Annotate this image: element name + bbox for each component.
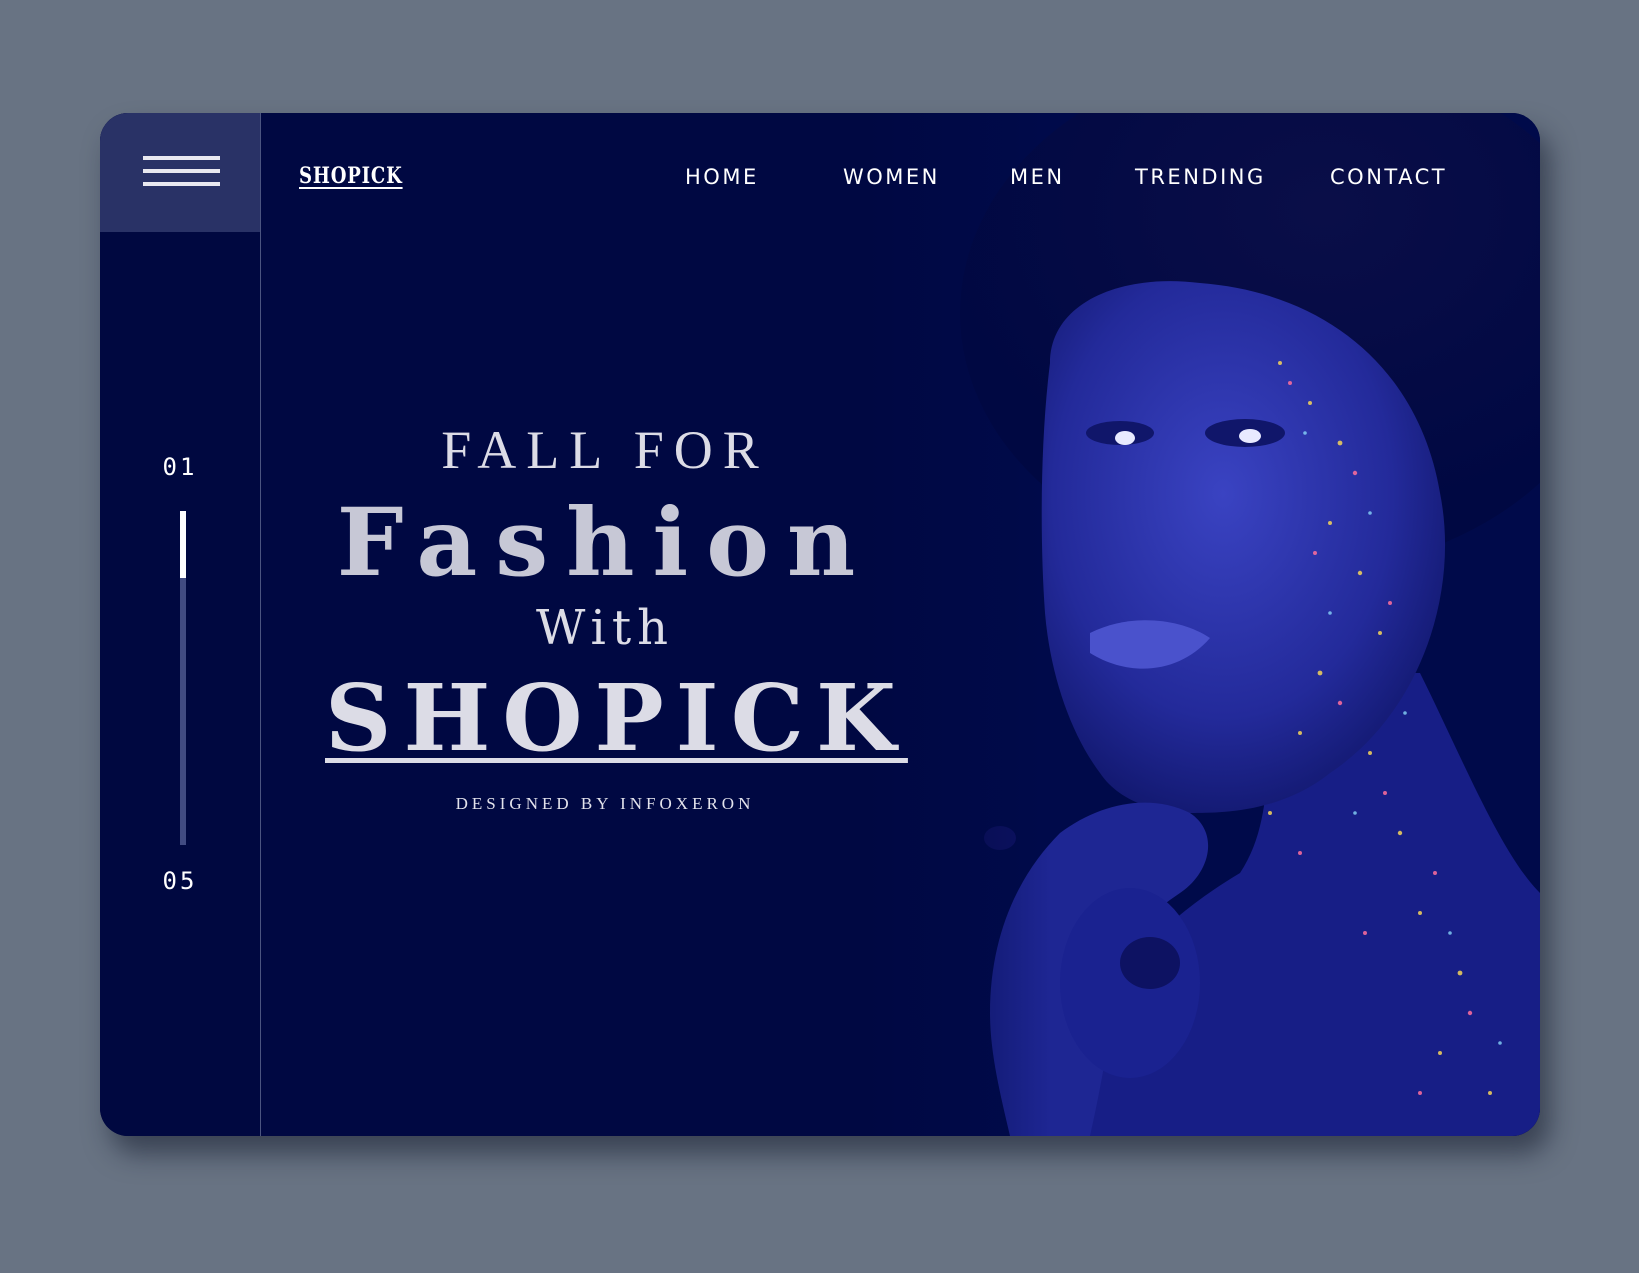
nav-women[interactable]: WOMEN <box>843 165 940 189</box>
hero-portrait-image <box>860 113 1540 1136</box>
nav-home[interactable]: HOME <box>685 165 759 189</box>
slide-progress-track[interactable] <box>180 511 186 845</box>
nav-contact[interactable]: CONTACT <box>1330 165 1447 189</box>
hero-line-shopick: SHOPICK <box>325 664 908 772</box>
sidebar: 01 05 <box>100 113 261 1136</box>
designer-credit: DESIGNED BY INFOXERON <box>455 794 755 813</box>
slide-current-number: 01 <box>162 453 198 481</box>
nav-men[interactable]: MEN <box>1010 165 1065 189</box>
nav-trending[interactable]: TRENDING <box>1135 165 1266 189</box>
hero-headline: FALL FOR Fashion With SHOPICK DESIGNED B… <box>325 418 908 814</box>
hero-line-with: With <box>535 600 675 656</box>
hero-card: 01 05 SHOPICK HOME WOMEN MEN TRENDING CO… <box>100 113 1540 1136</box>
hero-line-fall-for: FALL FOR <box>441 420 769 480</box>
main-nav: HOME WOMEN MEN TRENDING CONTACT <box>100 165 1540 195</box>
hero-line-fashion: Fashion <box>336 488 874 598</box>
slide-total-number: 05 <box>162 867 198 895</box>
slide-progress-fill <box>180 511 186 578</box>
